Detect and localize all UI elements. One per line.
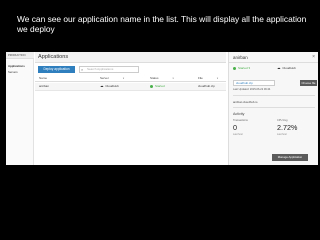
table-row[interactable]: anirban ☁ CloudHub Started cloudhub.zip <box>35 83 226 91</box>
page-title: Applications <box>38 54 69 60</box>
slide-caption: We can see our application name in the l… <box>17 14 307 34</box>
last-updated-text: Last Updated: 2015-06-22 09:44 <box>233 88 271 91</box>
detail-title: anirban <box>233 55 248 60</box>
title-bar: Applications <box>35 52 226 63</box>
application-url-link[interactable]: anirban.cloudhub.io <box>233 100 257 104</box>
row-file: cloudhub.zip <box>198 84 215 88</box>
close-icon[interactable]: × <box>312 54 315 60</box>
divider <box>233 95 315 96</box>
row-status: Started <box>150 83 165 90</box>
table-header: Name Server ▾ Status ▾ File ▾ <box>35 75 226 82</box>
transactions-value: 0 <box>233 123 237 132</box>
applications-panel: Applications Deploy application ⌕ Search… <box>35 52 226 165</box>
chevron-down-icon: ▾ <box>172 77 174 80</box>
cloud-icon: ☁ <box>277 66 281 70</box>
column-header-status[interactable]: Status ▾ <box>150 75 174 82</box>
status-dot-icon <box>233 66 236 70</box>
choose-file-button[interactable]: Choose file <box>300 80 317 86</box>
row-server: ☁ CloudHub <box>100 84 119 88</box>
search-input[interactable]: ⌕ Search Applications <box>79 66 139 73</box>
status-dot-icon <box>150 84 153 88</box>
row-name: anirban <box>39 84 50 88</box>
search-placeholder: Search Applications <box>87 67 114 71</box>
sidebar-item-servers[interactable]: Servers <box>8 70 18 74</box>
file-field[interactable]: cloudhub.zip <box>233 80 275 86</box>
detail-header: anirban × <box>229 52 318 63</box>
search-icon: ⌕ <box>81 67 84 72</box>
sidebar-item-applications[interactable]: Applications <box>8 64 25 68</box>
transactions-label: Transactions <box>233 119 248 122</box>
app-main-pane: PRODUCTION Applications Servers Applicat… <box>6 52 226 165</box>
environment-label[interactable]: PRODUCTION <box>6 52 34 59</box>
slide: We can see our application name in the l… <box>0 0 320 240</box>
activity-heading: Activity <box>233 112 245 116</box>
column-header-file[interactable]: File ▾ <box>198 75 218 82</box>
manage-application-button[interactable]: Manage Application <box>272 154 308 161</box>
cpu-label: CPU Avg <box>277 119 288 122</box>
divider <box>233 107 315 108</box>
column-header-server[interactable]: Server ▾ <box>100 75 124 82</box>
app-window: PRODUCTION Applications Servers Applicat… <box>6 52 318 165</box>
cloud-icon: ☁ <box>100 84 104 88</box>
detail-server: ☁ CloudHub <box>277 66 296 70</box>
chevron-down-icon: ▾ <box>122 77 125 80</box>
deploy-application-button[interactable]: Deploy application <box>38 66 75 73</box>
sidebar: PRODUCTION Applications Servers <box>6 52 34 165</box>
application-detail-panel: anirban × Started ▾ ☁ CloudHub cloudhub.z… <box>228 52 318 165</box>
transactions-sub: Last hour <box>233 133 243 136</box>
cpu-sub: Last hour <box>277 133 287 136</box>
chevron-down-icon: ▾ <box>216 77 219 80</box>
detail-status-dropdown[interactable]: Started ▾ <box>233 66 250 70</box>
column-header-name[interactable]: Name <box>39 75 47 82</box>
toolbar: Deploy application ⌕ Search Applications <box>35 64 226 74</box>
cpu-value: 2.72% <box>277 123 298 132</box>
